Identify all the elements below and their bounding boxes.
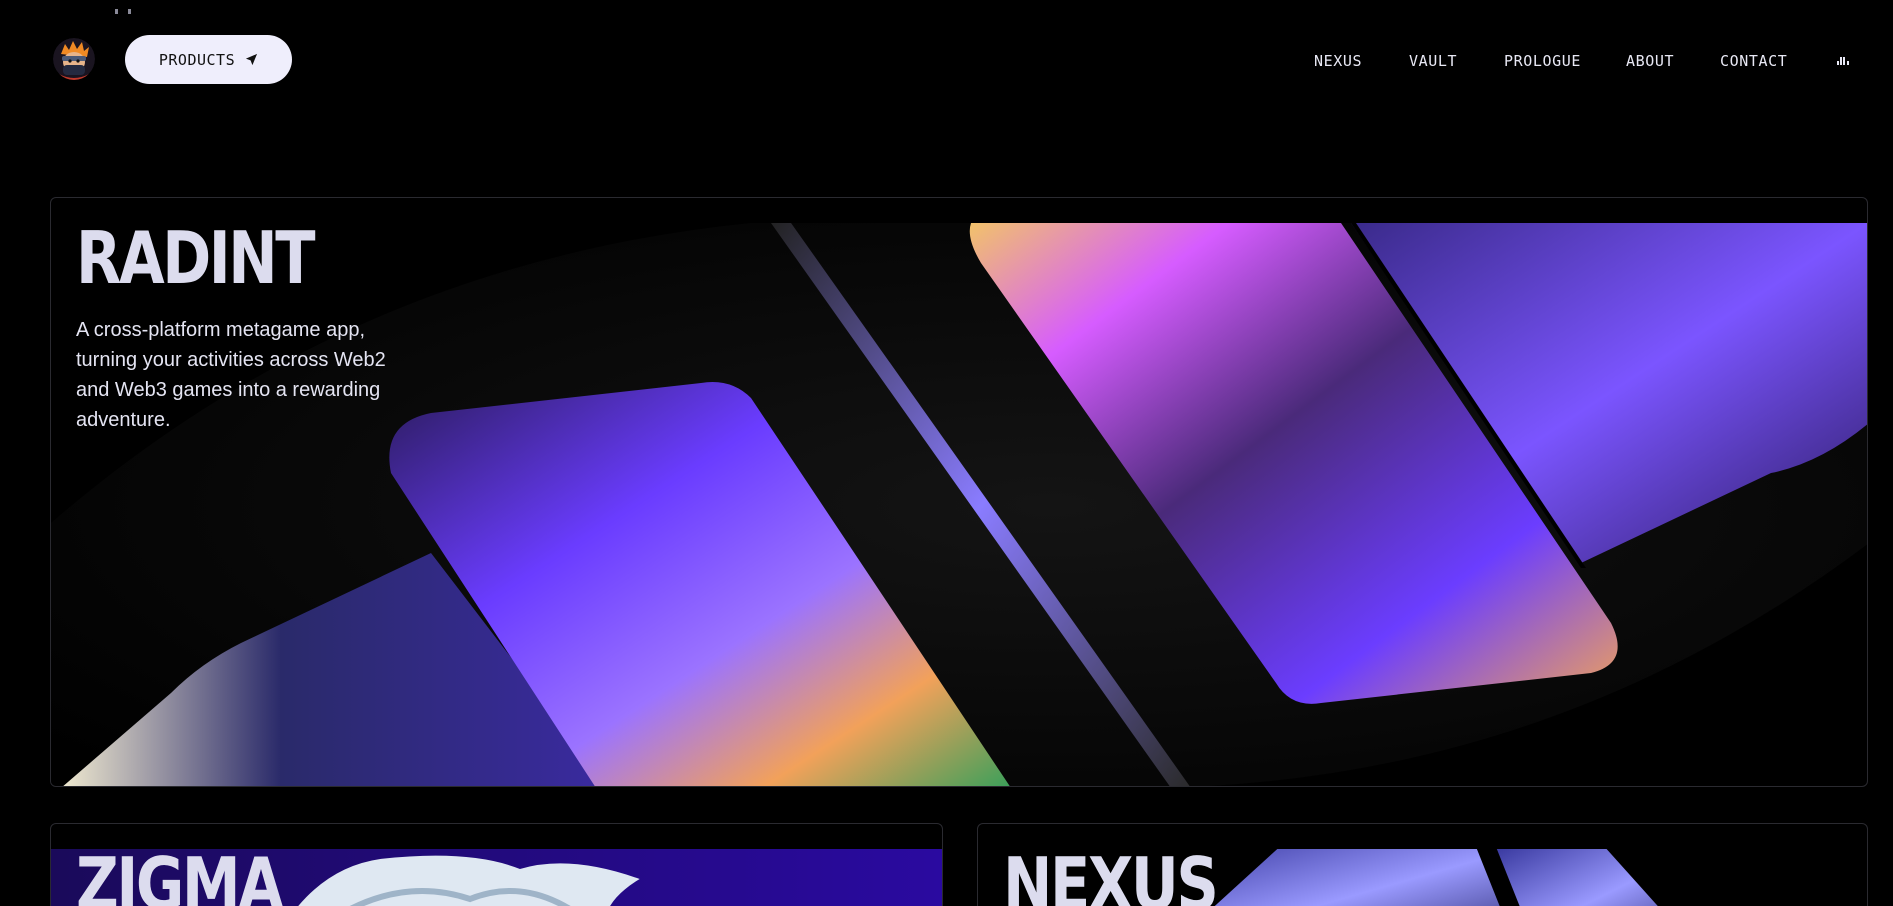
hero-artwork bbox=[51, 223, 1867, 786]
loader-dots bbox=[115, 9, 133, 15]
audio-bars-icon[interactable] bbox=[1837, 55, 1851, 65]
zigma-product-card[interactable]: ZIGMA bbox=[50, 823, 943, 906]
nexus-title: NEXUS bbox=[1003, 842, 1219, 906]
nexus-product-card[interactable]: NEXUS bbox=[977, 823, 1868, 906]
page: PRODUCTS NEXUS VAULT PROLOGUE ABOUT CONT… bbox=[0, 0, 1893, 906]
nav-link-vault[interactable]: VAULT bbox=[1409, 52, 1457, 70]
nav-link-contact[interactable]: CONTACT bbox=[1720, 52, 1787, 70]
nav-link-nexus[interactable]: NEXUS bbox=[1314, 52, 1362, 70]
nav-links: NEXUS VAULT PROLOGUE ABOUT CONTACT bbox=[0, 52, 1893, 72]
radint-description: A cross-platform metagame app, turning y… bbox=[76, 319, 386, 431]
zigma-title: ZIGMA bbox=[76, 842, 284, 906]
nav-link-prologue[interactable]: PROLOGUE bbox=[1504, 52, 1581, 70]
top-navigation: PRODUCTS NEXUS VAULT PROLOGUE ABOUT CONT… bbox=[0, 0, 1893, 120]
nav-link-about[interactable]: ABOUT bbox=[1626, 52, 1674, 70]
radint-title: RADINT bbox=[76, 216, 316, 300]
radint-product-card[interactable]: RADINT A cross-platform metagame app, tu… bbox=[50, 197, 1868, 787]
